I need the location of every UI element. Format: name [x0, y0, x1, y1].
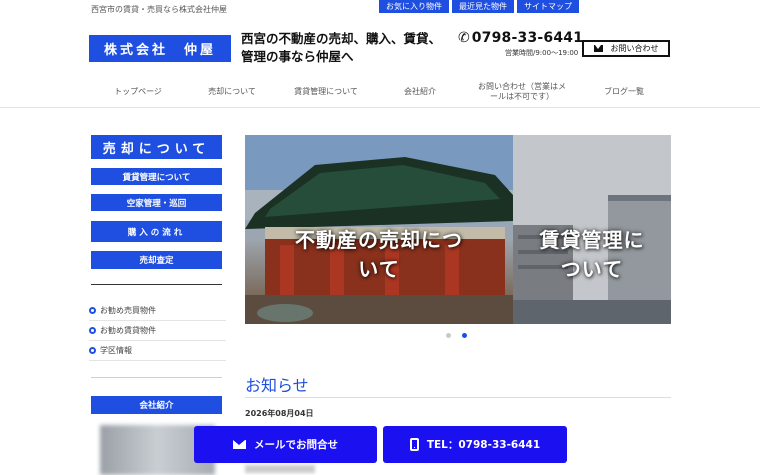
slide-caption-selling: 不動産の売却について	[295, 227, 463, 281]
slider-dot-active[interactable]	[462, 333, 467, 338]
phone-number[interactable]: 0798-33-6441	[472, 30, 583, 46]
business-hours: 営業時間/9:00～19:00	[505, 49, 579, 57]
slide-selling[interactable]: 不動産の売却について	[245, 135, 513, 324]
footer-tel-button[interactable]: TEL：0798-33-6441	[383, 426, 567, 463]
sidebar-link-sale-properties[interactable]: お勧め売買物件	[89, 301, 226, 321]
nav-item-rental-management[interactable]: 賃貸管理について	[279, 80, 373, 104]
nav-item-contact[interactable]: お問い合わせ（営業はメールは不可です）	[467, 80, 577, 104]
nav-item-blog[interactable]: ブログ一覧	[577, 80, 671, 104]
sidebar-main-button[interactable]: 売却について	[91, 135, 222, 159]
sidebar-company-button[interactable]: 会社紹介	[91, 396, 222, 414]
nav-item-company[interactable]: 会社紹介	[373, 80, 467, 104]
company-logo[interactable]: 株式会社 仲屋	[89, 35, 231, 62]
header-headline: 西宮の不動産の売却、購入、賃貸、管理の事なら仲屋へ	[241, 31, 442, 64]
sidebar-link-label: 学区情報	[100, 346, 132, 355]
main-nav: トップページ 売却について 賃貸管理について 会社紹介 お問い合わせ（営業はメー…	[91, 80, 671, 104]
news-title: お知らせ	[245, 376, 309, 395]
news-divider	[245, 397, 671, 398]
sidebar-purchase-flow-button[interactable]: 購入の流れ	[91, 221, 222, 242]
phone-icon: ✆	[458, 30, 470, 46]
contact-label: お問い合わせ	[610, 44, 659, 53]
slide-caption-rental: 賃貸管理について	[539, 227, 645, 281]
circle-bullet-icon	[89, 307, 96, 314]
sidebar-appraisal-button[interactable]: 売却査定	[91, 251, 222, 269]
news-blurred-text	[245, 465, 315, 473]
sidebar-rental-button[interactable]: 賃貸管理について	[91, 168, 222, 185]
recently-viewed-link[interactable]: 最近見た物件	[452, 0, 514, 13]
favorites-link[interactable]: お気に入り物件	[379, 0, 449, 13]
sidebar-divider-lower	[91, 377, 222, 378]
slider-dot[interactable]	[446, 333, 451, 338]
footer-mail-button[interactable]: メールでお問合せ	[194, 426, 377, 463]
mail-button-label: メールでお問合せ	[254, 439, 338, 451]
news-date: 2026年08月04日	[245, 409, 314, 418]
sidebar-links: お勧め売買物件 お勧め賃貸物件 学区情報	[89, 301, 226, 361]
envelope-icon	[233, 440, 246, 449]
tel-button-label: TEL：0798-33-6441	[426, 439, 541, 451]
sitemap-link[interactable]: サイトマップ	[517, 0, 579, 13]
nav-item-selling[interactable]: 売却について	[185, 80, 279, 104]
nav-divider	[0, 107, 760, 108]
nav-item-top[interactable]: トップページ	[91, 80, 185, 104]
phone-block: ✆ 0798-33-6441	[458, 30, 583, 46]
site-tagline: 西宮市の賃貸・売買なら株式会社仲屋	[91, 5, 227, 14]
slider-dots	[446, 333, 467, 338]
sidebar-link-rental-properties[interactable]: お勧め賃貸物件	[89, 321, 226, 341]
sidebar-link-school-district[interactable]: 学区情報	[89, 341, 226, 361]
slide-rental[interactable]: 賃貸管理について	[513, 135, 671, 324]
sidebar-link-label: お勧め賃貸物件	[100, 326, 156, 335]
top-links: お気に入り物件 最近見た物件 サイトマップ	[379, 0, 579, 13]
circle-bullet-icon	[89, 327, 96, 334]
sidebar-divider	[91, 284, 222, 285]
sidebar-link-label: お勧め売買物件	[100, 306, 156, 315]
mobile-phone-icon	[409, 438, 419, 451]
circle-bullet-icon	[89, 347, 96, 354]
hero-slider[interactable]: 不動産の売却について 賃貸管理について	[245, 135, 671, 324]
header-contact-button[interactable]: お問い合わせ	[582, 40, 670, 57]
sidebar-vacant-house-button[interactable]: 空家管理・巡回	[91, 194, 222, 211]
envelope-icon	[593, 45, 603, 52]
